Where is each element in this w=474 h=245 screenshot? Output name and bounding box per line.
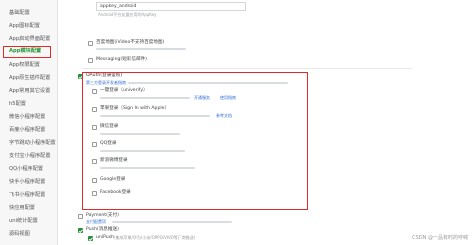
sidebar-item-app-modules[interactable]: App模块配置	[3, 46, 51, 58]
sidebar-item-app-permissions[interactable]: App权限配置	[0, 60, 58, 71]
sidebar-item-app-native-plugins[interactable]: App原生插件配置	[0, 73, 58, 84]
univerify-checkbox[interactable]	[92, 89, 97, 94]
login-provider-apple: 苹果登录（Sign In with Apple） 参考文档	[92, 106, 292, 123]
univerify-label: 一键登录（univerify）	[100, 88, 148, 93]
google-login-checkbox[interactable]	[92, 178, 97, 183]
apple-login-label: 苹果登录（Sign In with Apple）	[100, 106, 170, 111]
appkey-android-hint: Android平台友盟应用的AppKey	[98, 12, 157, 17]
sidebar-item-app-splash[interactable]: App启动界面配置	[0, 34, 58, 45]
weixin-login-desc	[100, 133, 180, 135]
qq-login-desc	[100, 150, 185, 152]
baidu-map-desc	[96, 48, 186, 50]
weibo-login-label: 新浪微博登录	[100, 158, 128, 163]
apple-login-docs-link[interactable]: 参考文档	[216, 113, 232, 119]
facebook-login-checkbox[interactable]	[92, 191, 97, 196]
qq-login-checkbox[interactable]	[92, 142, 97, 147]
unipush-checkbox[interactable]	[88, 236, 93, 241]
weibo-login-checkbox[interactable]	[92, 159, 97, 164]
sidebar-item-source-view[interactable]: 源码视图	[0, 229, 58, 240]
sidebar-item-alipay[interactable]: 支付宝小程序配置	[0, 151, 58, 162]
sidebar-item-h5[interactable]: h5配置	[0, 99, 58, 110]
weibo-login-desc	[100, 167, 195, 169]
sidebar-item-lark[interactable]: 飞书小程序配置	[0, 190, 58, 201]
qq-login-label: QQ登录	[100, 141, 117, 146]
sidebar-item-toutiao[interactable]: 字节跳动小程序配置	[0, 138, 58, 149]
settings-sidebar: 基础配置 App图标配置 App启动界面配置 App模块配置 App权限配置 A…	[0, 0, 58, 245]
appkey-android-input[interactable]: appkey_android	[96, 2, 246, 11]
appkey-android-value: appkey_android	[100, 4, 137, 9]
baidu-map-label: 百度地图(iVideo不支持百度地图)	[96, 40, 165, 45]
apple-login-desc	[100, 115, 210, 117]
csdn-watermark: CSDN @一品有时的呼喊	[412, 235, 468, 241]
apple-login-checkbox[interactable]	[92, 107, 97, 112]
sidebar-item-basic[interactable]: 基础配置	[0, 8, 58, 19]
sidebar-item-kuaishou[interactable]: 快手小程序配置	[0, 177, 58, 188]
univerify-open-service-link[interactable]: 开通服务	[194, 95, 210, 101]
sidebar-item-uni-stat[interactable]: uni统计配置	[0, 216, 58, 227]
sidebar-item-weixin[interactable]: 微信小程序配置	[0, 112, 58, 123]
weixin-login-checkbox[interactable]	[92, 125, 97, 130]
messaging-label: Messaging(短彩信邮件)	[96, 57, 147, 62]
sidebar-item-baidu[interactable]: 百度小程序配置	[0, 125, 58, 136]
login-provider-weixin: 微信登录	[92, 124, 292, 141]
push-label: Push(消息推送)	[86, 227, 119, 232]
push-checkbox[interactable]	[78, 228, 83, 233]
sidebar-item-app-icon[interactable]: App图标配置	[0, 21, 58, 32]
facebook-login-label: Facebook登录	[100, 190, 131, 195]
univerify-guide-link[interactable]: 使用指南	[220, 95, 236, 101]
sidebar-item-quickapp[interactable]: 快应用配置	[0, 203, 58, 214]
baidu-map-checkbox[interactable]	[88, 41, 93, 46]
payment-checkbox[interactable]	[78, 214, 83, 219]
messaging-checkbox[interactable]	[88, 58, 93, 63]
unipush-note: (集成苹果/华为/小米/OPPO/VIVO等厂商推送)	[114, 235, 196, 240]
login-provider-univerify: 一键登录（univerify） 开通服务 使用指南	[92, 88, 292, 105]
payment-config-link[interactable]: 支付配置项	[86, 219, 106, 225]
divider	[82, 68, 412, 69]
sidebar-item-qq[interactable]: QQ小程序配置	[0, 164, 58, 175]
sidebar-item-app-other[interactable]: App常用其它设置	[0, 86, 58, 97]
login-provider-weibo: 新浪微博登录	[92, 158, 292, 175]
google-login-label: Google登录	[100, 177, 126, 182]
login-provider-facebook: Facebook登录	[92, 190, 292, 207]
weixin-login-label: 微信登录	[100, 124, 119, 129]
unipush-label: uniPush	[96, 235, 115, 240]
login-provider-qq: QQ登录	[92, 141, 292, 158]
univerify-desc	[100, 97, 190, 99]
payment-desc	[112, 221, 232, 223]
